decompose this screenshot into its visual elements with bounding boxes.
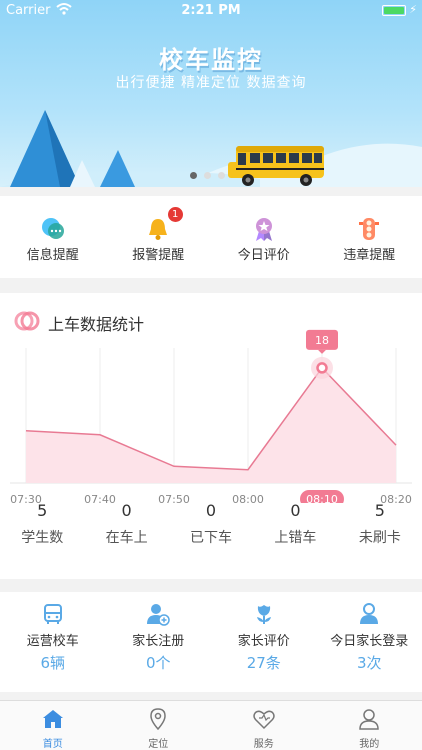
tab-label: 我的 bbox=[359, 739, 380, 750]
summary-item-buses[interactable]: 运营校车 6辆 bbox=[0, 592, 106, 692]
message-bubble-icon bbox=[41, 218, 64, 239]
tab-services[interactable]: 服务 bbox=[211, 701, 317, 750]
tab-bar: 首页 定位 服务 我的 bbox=[0, 700, 422, 750]
banner-title: 校车监控 bbox=[159, 46, 263, 74]
quick-item-label: 今日评价 bbox=[237, 248, 290, 263]
heart-outline-icon bbox=[253, 710, 275, 730]
charging-icon: ⚡ bbox=[409, 3, 417, 16]
stat-label: 在车上 bbox=[105, 530, 148, 546]
bell-icon bbox=[149, 219, 168, 240]
stat-label: 已下车 bbox=[190, 530, 233, 546]
ribbon-star-icon bbox=[255, 218, 272, 241]
carousel-dot[interactable] bbox=[190, 172, 197, 179]
user-add-icon bbox=[147, 604, 170, 626]
tooltip-arrow bbox=[318, 349, 326, 354]
summary-value: 6辆 bbox=[40, 654, 66, 672]
carousel-dot[interactable] bbox=[218, 172, 225, 179]
summary-label: 运营校车 bbox=[26, 634, 79, 649]
stat-off-bus[interactable]: 0 已下车 bbox=[169, 499, 253, 547]
banner-subtitle: 出行便捷 精准定位 数据查询 bbox=[115, 75, 307, 91]
person-login-icon bbox=[360, 603, 379, 624]
stats-row: 5 学生数 0 在车上 0 已下车 0 上错车 5 未刷卡 bbox=[0, 499, 422, 547]
quick-item-label: 违章提醒 bbox=[343, 248, 396, 263]
carousel-dot[interactable] bbox=[204, 172, 211, 179]
home-icon bbox=[42, 710, 63, 728]
mountain-decoration bbox=[10, 110, 135, 187]
tab-label: 首页 bbox=[42, 739, 63, 750]
stat-value: 0 bbox=[121, 501, 132, 520]
stat-on-bus[interactable]: 0 在车上 bbox=[84, 499, 168, 547]
stat-label: 学生数 bbox=[21, 530, 64, 546]
quick-item-evaluation[interactable]: 今日评价 bbox=[211, 196, 317, 278]
tab-label: 服务 bbox=[253, 739, 274, 750]
boarding-line-chart: 1807:30 07:40 07:50 08:00 08:10 08:20 bbox=[10, 329, 412, 503]
tab-profile[interactable]: 我的 bbox=[317, 701, 422, 750]
tab-home[interactable]: 首页 bbox=[0, 701, 106, 750]
stat-value: 5 bbox=[374, 501, 385, 520]
bus-icon bbox=[43, 604, 62, 624]
tooltip-value: 18 bbox=[315, 334, 329, 347]
summary-value: 0个 bbox=[145, 654, 171, 672]
quick-menu: 信息提醒 1 报警提醒 今日评价 违章提醒 bbox=[0, 196, 422, 278]
battery-icon bbox=[382, 5, 406, 16]
summary-value: 3次 bbox=[356, 654, 382, 672]
summary-item-parent-registration[interactable]: 家长注册 0个 bbox=[106, 592, 212, 692]
boarding-stats-card: 上车数据统计 18 07:30 07:40 07:50 08:00 08:10 08:20 … bbox=[0, 293, 422, 579]
tulip-icon bbox=[256, 605, 271, 624]
banner[interactable] bbox=[0, 0, 422, 187]
carousel-indicator[interactable] bbox=[190, 172, 225, 179]
traffic-light-icon bbox=[359, 218, 380, 240]
area-fill bbox=[26, 367, 396, 483]
profile-icon bbox=[359, 709, 380, 730]
summary-item-parent-reviews[interactable]: 家长评价 27条 bbox=[211, 592, 317, 692]
summary-menu: 运营校车 6辆 家长注册 0个 家长评价 27条 今日家长登录 3次 bbox=[0, 592, 422, 692]
summary-label: 家长评价 bbox=[237, 634, 290, 649]
status-bar: Carrier 2:21 PM ⚡ bbox=[0, 0, 422, 22]
highlight-point[interactable] bbox=[316, 362, 328, 374]
summary-label: 家长注册 bbox=[132, 634, 185, 649]
quick-item-label: 信息提醒 bbox=[26, 248, 79, 263]
location-pin-icon bbox=[150, 708, 167, 731]
clock: 2:21 PM bbox=[181, 3, 241, 18]
stat-value: 0 bbox=[290, 501, 301, 520]
quick-item-violation[interactable]: 违章提醒 bbox=[317, 196, 422, 278]
stat-wrong-bus[interactable]: 0 上错车 bbox=[253, 499, 337, 547]
stat-no-swipe[interactable]: 5 未刷卡 bbox=[338, 499, 422, 547]
stat-label: 上错车 bbox=[274, 530, 317, 546]
tab-label: 定位 bbox=[148, 739, 169, 750]
quick-item-alarm[interactable]: 1 报警提醒 bbox=[106, 196, 212, 278]
quick-item-message[interactable]: 信息提醒 bbox=[0, 196, 106, 278]
summary-value: 27条 bbox=[246, 654, 281, 672]
quick-item-label: 报警提醒 bbox=[132, 248, 185, 263]
stat-students[interactable]: 5 学生数 bbox=[0, 499, 84, 547]
tab-location[interactable]: 定位 bbox=[106, 701, 212, 750]
alarm-badge: 1 bbox=[167, 207, 183, 222]
stat-value: 5 bbox=[37, 501, 48, 520]
school-bus-image bbox=[228, 146, 324, 186]
stat-value: 0 bbox=[205, 501, 217, 520]
summary-item-parent-logins[interactable]: 今日家长登录 3次 bbox=[317, 592, 422, 692]
summary-label: 今日家长登录 bbox=[330, 634, 409, 649]
stat-label: 未刷卡 bbox=[358, 530, 401, 546]
